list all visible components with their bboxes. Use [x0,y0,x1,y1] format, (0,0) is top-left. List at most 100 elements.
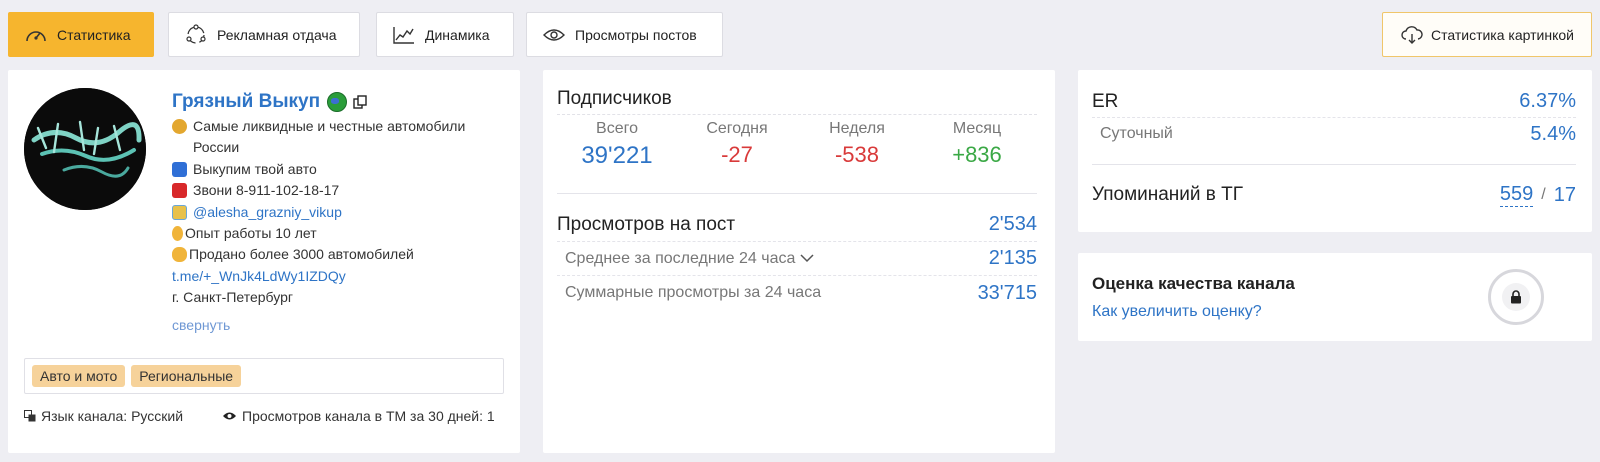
quality-title: Оценка качества канала [1092,274,1295,293]
desc-text: Опыт работы 10 лет [185,225,317,242]
image-stats-label: Статистика картинкой [1431,26,1574,43]
tab-statistics[interactable]: Статистика [8,12,154,57]
stat-week: Неделя -538 [797,120,917,170]
subscribers-title: Подписчиков [557,88,672,109]
tag-regional[interactable]: Региональные [131,365,242,387]
tag-auto-moto[interactable]: Авто и мото [32,365,126,387]
desc-line: @alesha_grazniy_vikup [172,202,502,223]
category-tags: Авто и мото Региональные [24,358,504,394]
desc-text: Звони 8-911-102-18-17 [193,182,340,199]
post-views-value: 2'534 [988,213,1037,235]
channel-title[interactable]: Грязный Выкуп [172,91,320,113]
channel-card: Грязный Выкуп Самые ликвидные и честные … [8,70,520,453]
cycle-arrows-icon [185,23,207,46]
desc-line: Выкупим твой авто [172,159,502,180]
tab-post-views[interactable]: Просмотры постов [526,12,723,57]
eye-icon [543,24,565,46]
phone-icon [172,183,187,199]
tab-label: Просмотры постов [575,26,697,43]
stat-value: +836 [952,142,1002,167]
sum-24h-row: Суммарные просмотры за 24 часа 33'715 [557,276,1037,310]
stat-label: Неделя [829,120,885,137]
er-row: ER 6.37% [1092,86,1576,118]
gauge-icon [25,24,47,46]
sum-24h-label: Суммарные просмотры за 24 часа [565,284,822,301]
lock-icon [1502,283,1530,311]
desc-line: Звони 8-911-102-18-17 [172,180,502,201]
collapse-link[interactable]: свернуть [172,317,502,333]
post-views-row: Просмотров на пост 2'534 [557,208,1037,242]
stat-label: Всего [596,120,638,137]
avg-24h-label-wrap: Среднее за последние 24 часа [565,250,814,268]
subscribers-stats: Всего 39'221 Сегодня -27 Неделя -538 Мес… [557,120,1037,170]
sum-24h-value: 33'715 [977,281,1037,304]
channel-views-tm: Просмотров канала в ТМ за 30 дней: 1 [222,408,495,424]
tab-bar: Статистика Рекламная отдача Динамика Про… [8,12,1592,57]
mentions-value[interactable]: 559 [1499,183,1534,207]
desc-line: Продано более 3000 автомобилей [172,244,502,265]
chevron-down-icon[interactable] [800,254,814,263]
avg-24h-row[interactable]: Среднее за последние 24 часа 2'135 [557,242,1037,276]
divider [557,193,1037,194]
tab-label: Статистика [57,26,131,43]
avg-24h-value: 2'135 [988,247,1037,269]
er-daily-value: 5.4% [1530,122,1576,145]
views-tm-text: Просмотров канала в ТМ за 30 дней: 1 [242,408,495,424]
money-bag-icon [172,119,187,134]
invite-link[interactable]: t.me/+_WnJk4LdWy1IZDQy [172,266,346,287]
eye-icon [222,411,237,421]
channel-info: Грязный Выкуп Самые ликвидные и честные … [172,88,502,333]
line-chart-icon [393,24,415,46]
er-label: ER [1092,90,1119,112]
divider [1092,164,1576,165]
subscribers-card: Подписчиков Всего 39'221 Сегодня -27 Нед… [543,70,1055,453]
mentions-label: Упоминаний в ТГ [1092,184,1244,205]
stat-value: 39'221 [581,142,653,169]
stat-month: Месяц +836 [917,120,1037,170]
car-icon [172,161,187,177]
image-stats-button[interactable]: Статистика картинкой [1382,12,1592,57]
tab-label: Динамика [425,26,490,43]
tab-ad-return[interactable]: Рекламная отдача [168,12,360,57]
stat-label: Месяц [952,120,1002,137]
language-text: Язык канала: Русский [41,408,184,424]
mentions-second-value: 17 [1553,183,1576,206]
contact-card-icon [172,204,187,220]
desc-line: t.me/+_WnJk4LdWy1IZDQy [172,266,502,287]
mentions-values: 559 / 17 [1499,183,1576,207]
desc-text: Выкупим твой авто [193,160,317,177]
stat-total: Всего 39'221 [557,120,677,170]
stat-label: Сегодня [706,120,768,137]
city-text: г. Санкт-Петербург [172,289,293,306]
mentions-row: Упоминаний в ТГ 559 / 17 [1092,178,1576,212]
channel-description: Самые ликвидные и честные автомобили Рос… [172,116,502,309]
improve-score-link[interactable]: Как увеличить оценку? [1092,303,1262,321]
desc-text: Самые ликвидные и честные автомобили Рос… [193,118,466,156]
copy-icon[interactable] [353,95,367,109]
ok-hand-icon [172,226,183,242]
stat-value: -538 [834,142,880,167]
desc-line: г. Санкт-Петербург [172,287,502,308]
channel-title-row: Грязный Выкуп [172,88,502,116]
channel-language: Язык канала: Русский [24,408,183,424]
globe-icon [327,92,348,112]
subscribers-header: Подписчиков [557,88,1037,115]
quality-score-ring[interactable] [1488,269,1544,325]
avg-24h-label: Среднее за последние 24 часа [565,249,796,267]
translate-icon [24,410,36,422]
desc-text: Продано более 3000 автомобилей [189,246,414,263]
flexed-bicep-icon [172,247,187,263]
tab-dynamics[interactable]: Динамика [376,12,514,57]
desc-line: Самые ликвидные и честные автомобили Рос… [172,116,502,159]
er-daily-label: Суточный [1100,125,1173,142]
mentions-separator: / [1541,186,1546,203]
er-daily-row: Суточный 5.4% [1092,118,1576,150]
quality-card: Оценка качества канала Как увеличить оце… [1078,253,1592,341]
stat-value: -27 [721,142,753,167]
tab-label: Рекламная отдача [217,26,337,43]
avatar[interactable] [24,88,146,210]
cloud-download-icon [1401,24,1423,46]
er-value: 6.37% [1519,90,1576,112]
telegram-handle-link[interactable]: @alesha_grazniy_vikup [193,202,342,223]
er-card: ER 6.37% Суточный 5.4% Упоминаний в ТГ 5… [1078,70,1592,232]
